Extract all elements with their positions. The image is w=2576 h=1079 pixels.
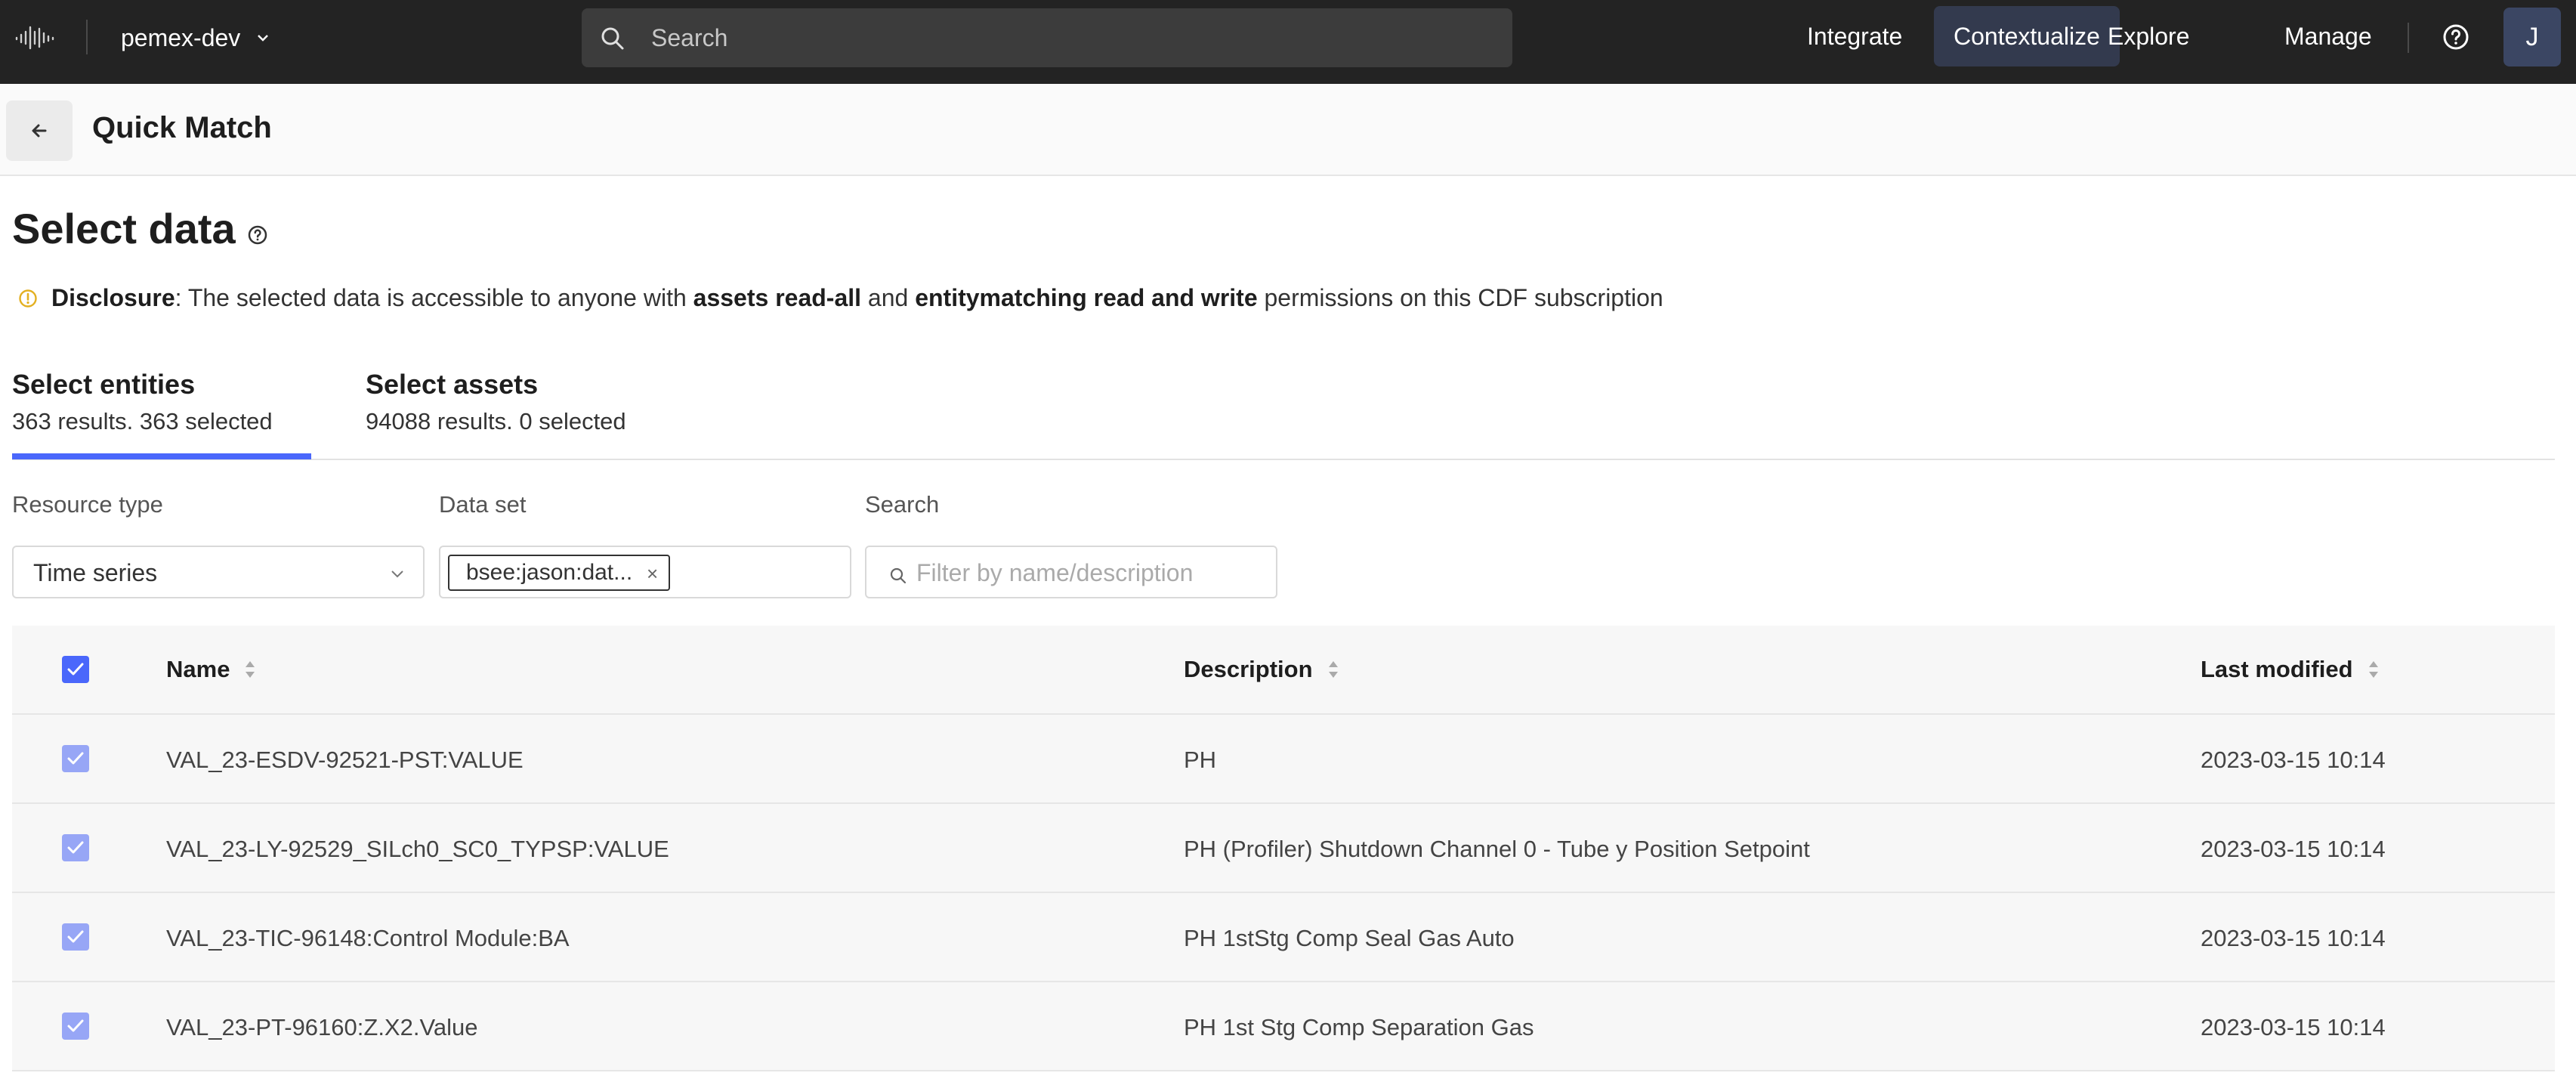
column-header-label: Name [166, 656, 230, 682]
tab-title: Select assets [366, 369, 539, 400]
disclosure-text: : The selected data is accessible to any… [175, 284, 693, 311]
search-placeholder: Search [651, 24, 728, 51]
select-all-checkbox[interactable] [62, 656, 89, 683]
disclosure-permission: entitymatching read and write [915, 284, 1258, 311]
section-title: Select data [12, 205, 236, 252]
tab-subtitle: 363 results. 363 selected [12, 408, 273, 434]
table-header: Name Description Last modified [12, 626, 2555, 715]
page-title: Quick Match [92, 111, 272, 144]
search-icon [601, 27, 624, 50]
warning-icon [19, 289, 37, 308]
cell-name: VAL_23-LY-92529_SILch0_SC0_TYPSP:VALUE [166, 836, 669, 862]
help-icon[interactable] [246, 224, 269, 246]
cell-description: PH (Profiler) Shutdown Channel 0 - Tube … [1184, 836, 1810, 862]
active-tab-indicator [12, 453, 311, 459]
column-header-label: Last modified [2201, 656, 2353, 682]
data-set-chip-label: bsee:jason:dat... [466, 560, 633, 585]
checkmark-icon [67, 841, 84, 854]
back-button[interactable] [6, 100, 73, 161]
tab-select-assets[interactable]: Select assets 94088 results. 0 selected [366, 369, 626, 435]
column-header-last-modified[interactable]: Last modified [2201, 656, 2379, 683]
disclosure-text: permissions on this CDF subscription [1257, 284, 1663, 311]
table-row[interactable]: VAL_23-LY-92529_SILch0_SC0_TYPSP:VALUE P… [12, 804, 2555, 893]
help-icon[interactable] [2442, 23, 2470, 51]
cognite-logo-icon[interactable] [14, 23, 59, 53]
cell-last-modified: 2023-03-15 10:14 [2201, 836, 2386, 862]
data-set-select[interactable]: bsee:jason:dat... × [439, 546, 851, 598]
row-checkbox[interactable] [62, 923, 89, 951]
tab-select-entities[interactable]: Select entities 363 results. 363 selecte… [12, 369, 273, 435]
checkmark-icon [67, 752, 84, 765]
chevron-down-icon [391, 570, 403, 578]
user-avatar[interactable]: J [2503, 8, 2561, 66]
resource-type-select[interactable]: Time series [12, 546, 425, 598]
filter-search-placeholder: Filter by name/description [916, 559, 1194, 586]
arrow-left-icon [32, 124, 47, 138]
divider [2408, 23, 2409, 53]
resource-type-value: Time series [33, 559, 158, 586]
checkmark-icon [67, 1019, 84, 1032]
search-icon [890, 567, 907, 584]
chevron-down-icon [258, 35, 269, 42]
cell-description: PH 1stStg Comp Seal Gas Auto [1184, 925, 1515, 951]
row-checkbox[interactable] [62, 745, 89, 772]
cell-description: PH 1st Stg Comp Separation Gas [1184, 1014, 1534, 1040]
column-header-label: Description [1184, 656, 1313, 682]
data-set-label: Data set [439, 491, 527, 518]
close-icon[interactable]: × [647, 564, 658, 583]
cell-last-modified: 2023-03-15 10:14 [2201, 925, 2386, 951]
disclosure-text: and [861, 284, 916, 311]
cell-name: VAL_23-ESDV-92521-PST:VALUE [166, 747, 524, 773]
disclosure-label: Disclosure [51, 284, 175, 311]
column-header-description[interactable]: Description [1184, 656, 1339, 683]
divider [86, 20, 88, 54]
sort-icon [1328, 661, 1338, 678]
nav-integrate[interactable]: Integrate [1787, 6, 1922, 66]
cell-last-modified: 2023-03-15 10:14 [2201, 1014, 2386, 1040]
checkmark-icon [67, 930, 84, 943]
table-row[interactable]: VAL_23-TIC-96148:Control Module:BA PH 1s… [12, 893, 2555, 982]
entities-table: Name Description Last modified VAL_23-ES… [12, 626, 2555, 1071]
resource-type-label: Resource type [12, 491, 163, 518]
tab-subtitle: 94088 results. 0 selected [366, 408, 626, 434]
sort-icon [246, 661, 255, 678]
data-set-chip: bsee:jason:dat... × [448, 555, 671, 591]
tab-title: Select entities [12, 369, 196, 400]
nav-manage[interactable]: Manage [2265, 6, 2392, 66]
row-checkbox[interactable] [62, 1013, 89, 1040]
cell-name: VAL_23-TIC-96148:Control Module:BA [166, 925, 570, 951]
table-row[interactable]: VAL_23-PT-96160:Z.X2.Value PH 1st Stg Co… [12, 982, 2555, 1071]
search-label: Search [865, 491, 940, 518]
cell-description: PH [1184, 747, 1217, 773]
column-header-name[interactable]: Name [166, 656, 255, 683]
table-row[interactable]: VAL_23-ESDV-92521-PST:VALUE PH 2023-03-1… [12, 715, 2555, 804]
global-search-input[interactable]: Search [582, 8, 1512, 67]
project-name: pemex-dev [121, 23, 241, 51]
project-selector[interactable]: pemex-dev [121, 21, 272, 54]
page-header: Quick Match [0, 84, 2576, 176]
sort-icon [2368, 661, 2378, 678]
disclosure-permission: assets read-all [693, 284, 862, 311]
cell-last-modified: 2023-03-15 10:14 [2201, 747, 2386, 773]
checkmark-icon [67, 663, 84, 676]
top-navigation-bar: pemex-dev Search Integrate Contextualize… [0, 0, 2576, 84]
row-checkbox[interactable] [62, 834, 89, 861]
tab-divider [12, 459, 2555, 460]
disclosure-notice: Disclosure: The selected data is accessi… [18, 284, 1663, 312]
nav-explore[interactable]: Explore [2088, 6, 2210, 66]
cell-name: VAL_23-PT-96160:Z.X2.Value [166, 1014, 478, 1040]
filter-search-input[interactable]: Filter by name/description [865, 546, 1277, 598]
